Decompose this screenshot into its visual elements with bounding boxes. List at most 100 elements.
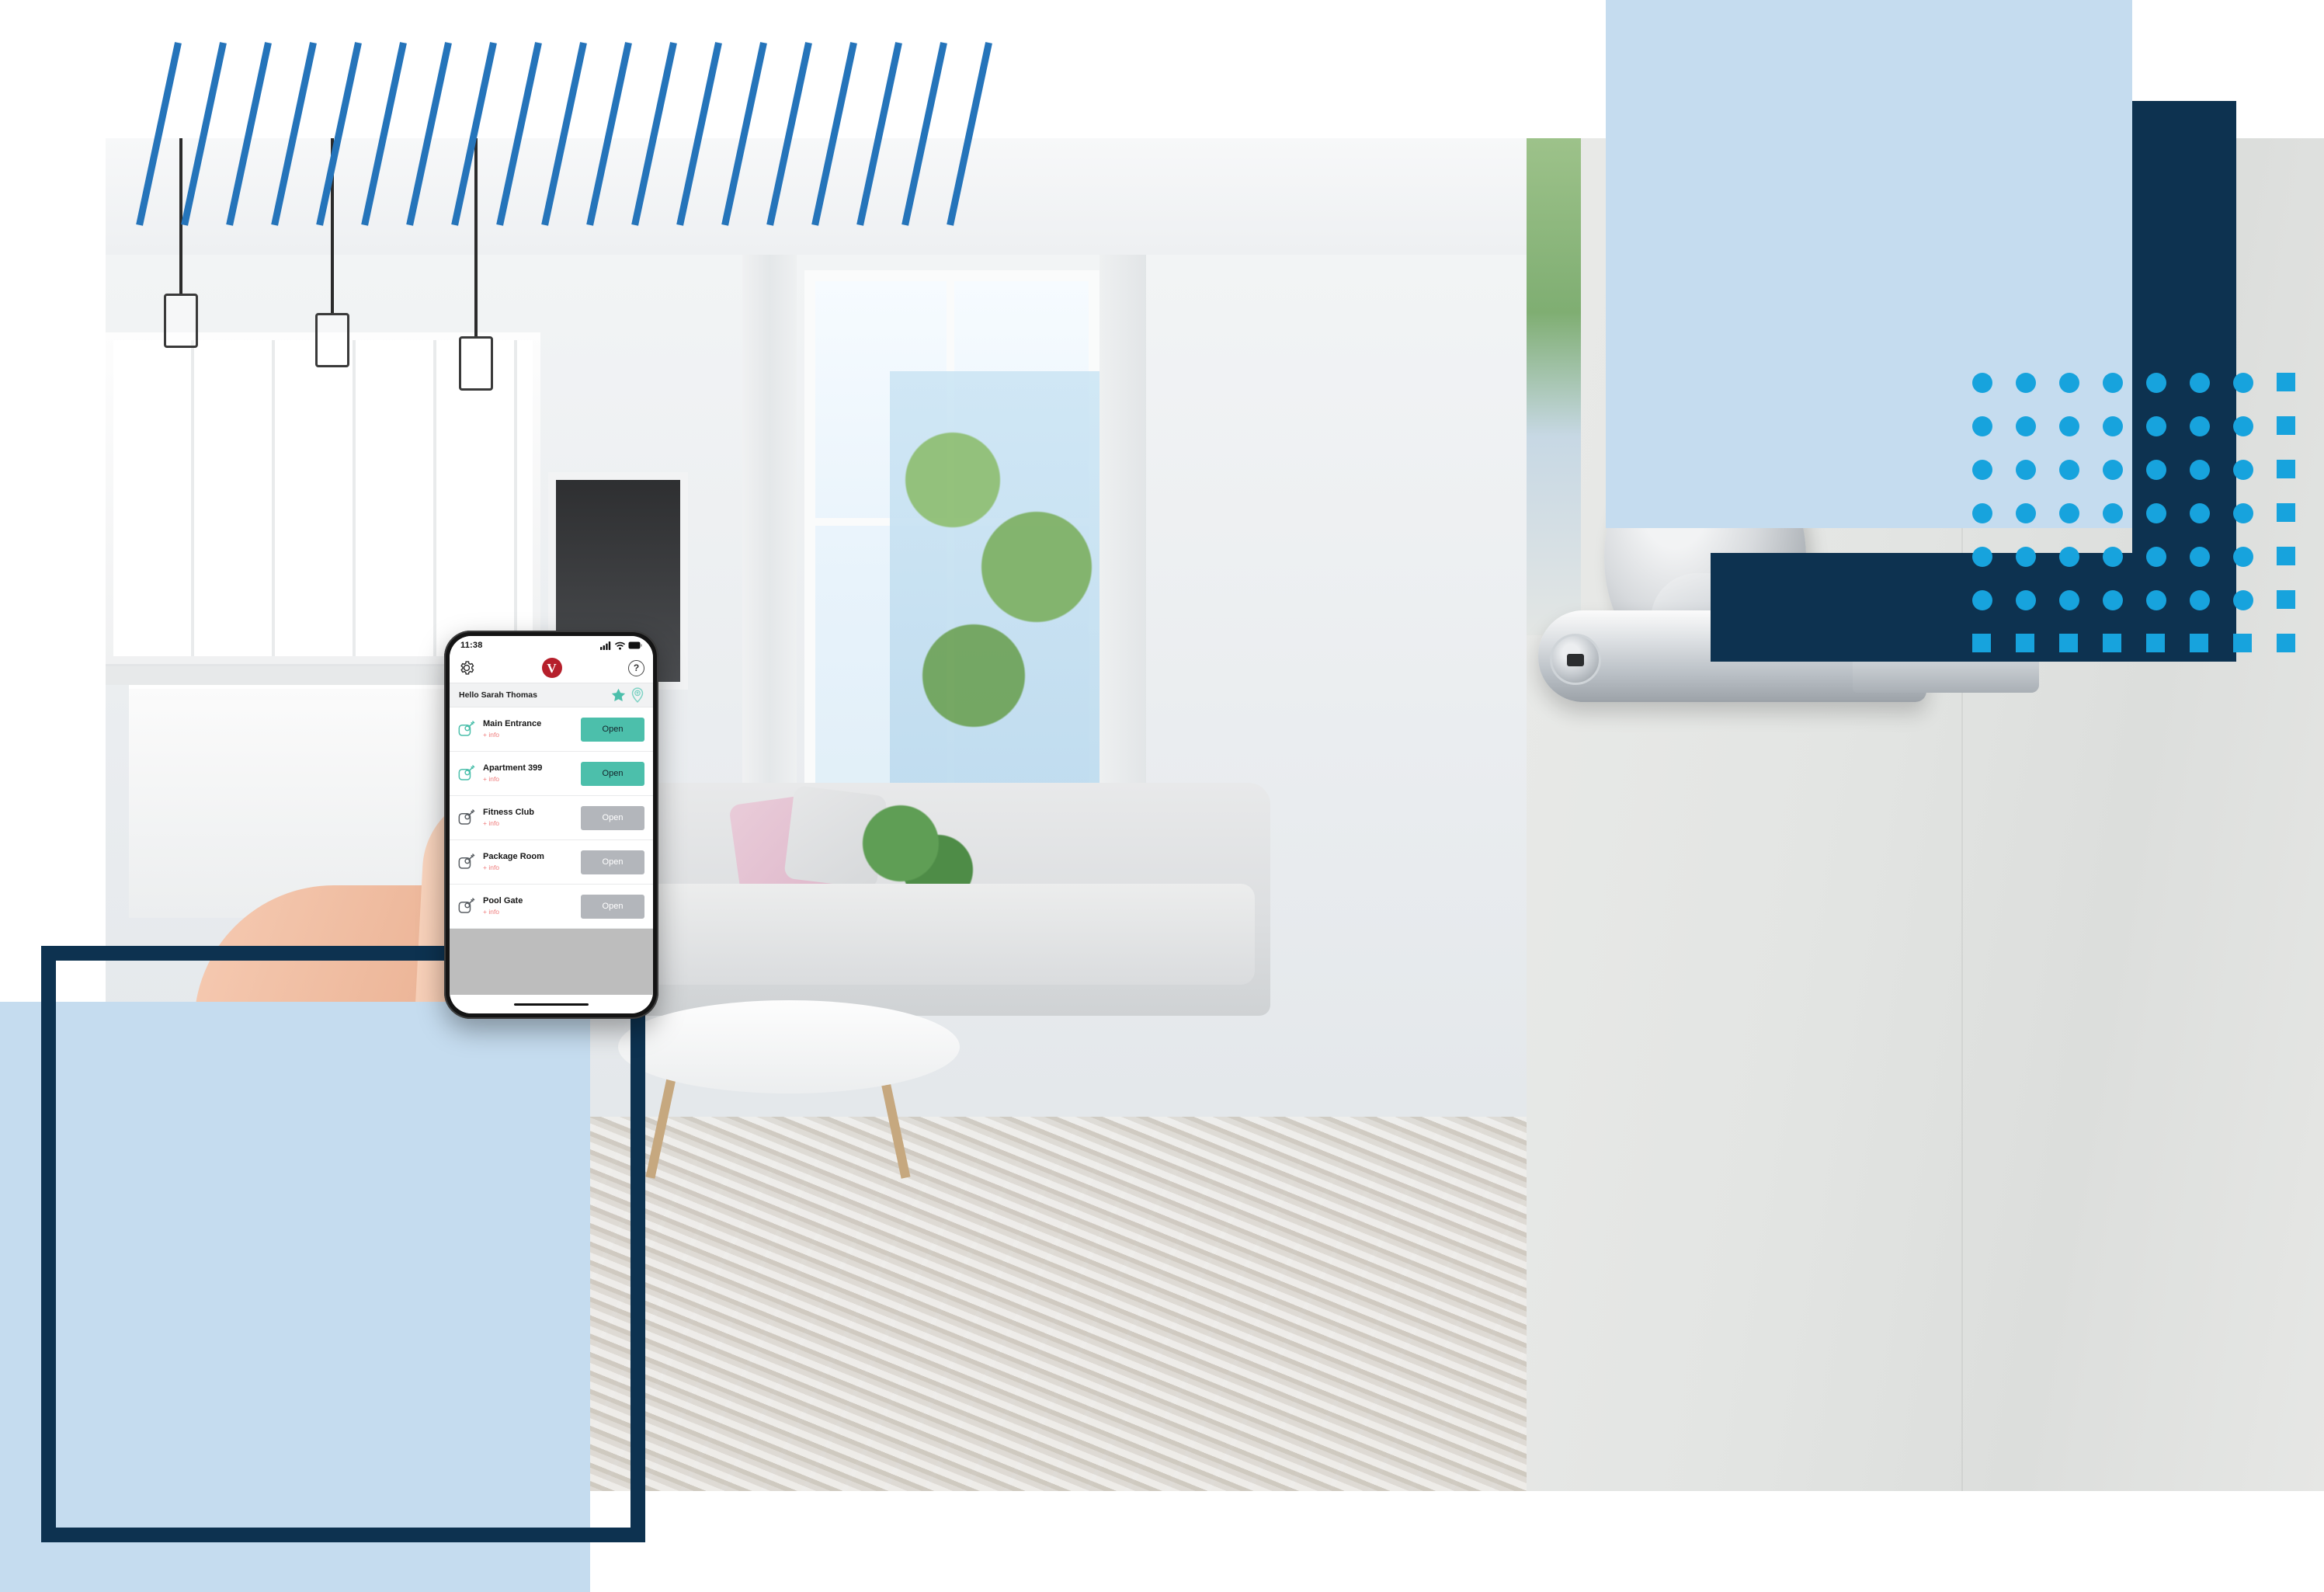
grid-square xyxy=(2233,634,2252,652)
grid-dot xyxy=(2016,373,2036,393)
grid-dot xyxy=(2016,547,2036,567)
door-open-button[interactable]: Open xyxy=(581,850,644,874)
door-list-item[interactable]: Apartment 399 + info Open xyxy=(450,752,653,796)
grid-dot xyxy=(2146,460,2166,480)
greeting-text: Hello Sarah Thomas xyxy=(459,690,537,700)
grid-dot xyxy=(2103,590,2123,610)
home-indicator-area xyxy=(450,995,653,1013)
door-info-link[interactable]: + info xyxy=(483,732,574,739)
door-info-link[interactable]: + info xyxy=(483,776,574,783)
grid-dot xyxy=(2190,373,2210,393)
grid-square xyxy=(1972,634,1991,652)
home-indicator-bar[interactable] xyxy=(514,1003,589,1006)
door-list-item[interactable]: Package Room + info Open xyxy=(450,840,653,885)
grid-square xyxy=(2146,634,2165,652)
gear-icon[interactable] xyxy=(458,659,475,676)
grid-square xyxy=(2190,634,2208,652)
status-bar: 11:38 xyxy=(450,636,653,653)
door-open-button[interactable]: Open xyxy=(581,894,644,919)
grid-dot xyxy=(1972,460,1992,480)
diagonal-stripe-pattern xyxy=(136,42,1044,226)
stripe-line xyxy=(586,42,632,226)
grid-square xyxy=(2277,460,2295,478)
grid-dot xyxy=(2233,590,2253,610)
door-meta: Package Room + info xyxy=(483,853,574,871)
stripe-line xyxy=(631,42,677,226)
door-list-item[interactable]: Fitness Club + info Open xyxy=(450,796,653,840)
door-meta: Fitness Club + info xyxy=(483,808,574,826)
status-indicators xyxy=(600,641,642,650)
stripe-line xyxy=(361,42,407,226)
window-sliver xyxy=(1527,138,1581,635)
greeting-actions xyxy=(611,687,644,703)
grid-dot xyxy=(2059,547,2079,567)
keyhole-icon xyxy=(1567,654,1584,666)
smartphone: 11:38 V ? Hello Sarah Thomas Main Entran… xyxy=(444,631,658,1019)
grid-square xyxy=(2277,373,2295,391)
grid-dot xyxy=(2233,547,2253,567)
map-pin-icon[interactable] xyxy=(631,687,644,703)
lock-key-icon xyxy=(458,897,476,916)
door-info-link[interactable]: + info xyxy=(483,909,574,916)
door-info-link[interactable]: + info xyxy=(483,820,574,827)
grid-dot xyxy=(2233,460,2253,480)
sofa-cushions xyxy=(603,884,1255,985)
door-name: Main Entrance xyxy=(483,719,542,729)
door-name: Fitness Club xyxy=(483,808,535,818)
grid-dot xyxy=(1972,503,1992,523)
coffee-table xyxy=(618,1000,960,1093)
door-info-link[interactable]: + info xyxy=(483,864,574,871)
pendant-shade-2 xyxy=(315,313,349,367)
phone-bezel: 11:38 V ? Hello Sarah Thomas Main Entran… xyxy=(444,631,658,1019)
stripe-line xyxy=(406,42,452,226)
stripe-line xyxy=(721,42,767,226)
grid-dot xyxy=(2233,503,2253,523)
stripe-line xyxy=(811,42,857,226)
list-empty-area xyxy=(450,929,653,995)
phone-screen: 11:38 V ? Hello Sarah Thomas Main Entran… xyxy=(450,636,653,1013)
star-icon[interactable] xyxy=(611,688,626,702)
grid-dot xyxy=(2059,416,2079,436)
grid-dot xyxy=(1972,373,1992,393)
door-list-item[interactable]: Main Entrance + info Open xyxy=(450,707,653,752)
help-button[interactable]: ? xyxy=(628,659,644,676)
grid-dot xyxy=(1972,590,1992,610)
grid-dot xyxy=(2016,503,2036,523)
door-list-item[interactable]: Pool Gate + info Open xyxy=(450,885,653,929)
grid-square xyxy=(2277,634,2295,652)
stripe-line xyxy=(766,42,812,226)
lock-key-icon xyxy=(458,853,476,871)
stripe-line xyxy=(451,42,497,226)
grid-dot xyxy=(2233,416,2253,436)
door-meta: Apartment 399 + info xyxy=(483,764,574,782)
stripe-line xyxy=(181,42,227,226)
grid-dot xyxy=(2103,503,2123,523)
stripe-line xyxy=(316,42,362,226)
grid-dot xyxy=(2146,503,2166,523)
grid-dot xyxy=(2059,503,2079,523)
stripe-line xyxy=(947,42,992,226)
door-open-button[interactable]: Open xyxy=(581,805,644,830)
lock-key-icon xyxy=(458,720,476,739)
grid-dot xyxy=(2190,547,2210,567)
stripe-line xyxy=(676,42,722,226)
status-time: 11:38 xyxy=(460,641,483,650)
pendant-shade-1 xyxy=(164,294,198,348)
grid-dot xyxy=(1972,416,1992,436)
grid-square xyxy=(2016,634,2034,652)
grid-dot xyxy=(2016,460,2036,480)
grid-dot xyxy=(2146,373,2166,393)
grid-dot xyxy=(2146,547,2166,567)
wifi-icon xyxy=(615,641,625,650)
door-open-button[interactable]: Open xyxy=(581,761,644,786)
grid-dot xyxy=(2103,373,2123,393)
pendant-shade-3 xyxy=(459,336,493,391)
grid-square xyxy=(2277,590,2295,609)
grid-dot xyxy=(2059,460,2079,480)
lock-key-icon xyxy=(458,808,476,827)
door-open-button[interactable]: Open xyxy=(581,717,644,742)
door-list: Main Entrance + info Open Apartment 399 + i… xyxy=(450,707,653,929)
stripe-line xyxy=(226,42,272,226)
grid-dot xyxy=(2233,373,2253,393)
grid-dot xyxy=(2103,416,2123,436)
